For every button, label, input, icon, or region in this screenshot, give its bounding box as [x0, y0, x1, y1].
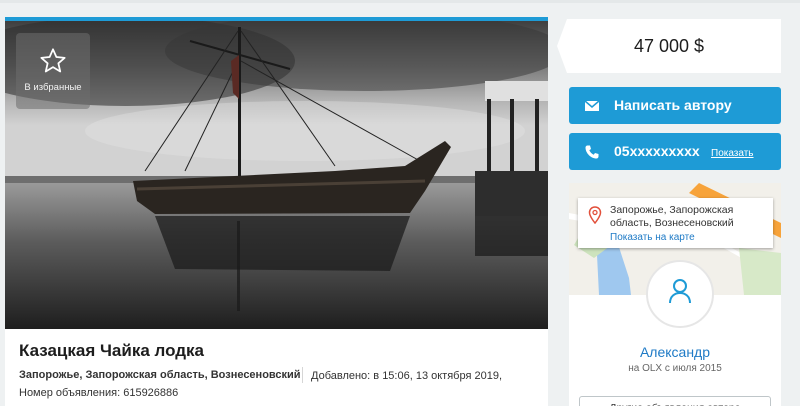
map-pin-icon	[588, 206, 602, 224]
other-ads-button[interactable]: Другие объявления автора	[579, 396, 771, 406]
avatar	[646, 260, 714, 328]
ad-card: В избранные Казацкая Чайка лодка Запорож…	[5, 17, 548, 406]
ad-photo[interactable]: В избранные	[5, 21, 548, 329]
top-strip	[0, 0, 800, 3]
ad-title: Казацкая Чайка лодка	[19, 341, 205, 360]
seller-name[interactable]: Александр	[569, 344, 781, 360]
show-on-map-link[interactable]: Показать на карте	[610, 232, 695, 243]
user-icon	[669, 279, 691, 304]
message-author-label: Написать автору	[614, 97, 732, 113]
show-phone-link[interactable]: Показать	[711, 148, 754, 159]
seller-since: на OLX с июля 2015	[628, 363, 722, 374]
favorite-label: В избранные	[24, 82, 82, 93]
star-icon	[40, 48, 66, 73]
divider	[302, 367, 303, 383]
envelope-icon	[584, 100, 600, 111]
ad-added-date: Добавлено: в 15:06, 13 октября 2019,	[311, 370, 503, 382]
phone-icon	[585, 145, 599, 159]
ad-number: Номер объявления: 615926886	[19, 387, 179, 399]
seller-card: Запорожье, Запорожская область, Вознесен…	[569, 183, 781, 406]
price: 47 000 $	[633, 36, 705, 56]
ad-location[interactable]: Запорожье, Запорожская область, Вознесен…	[19, 369, 301, 381]
favorite-button[interactable]: В избранные	[16, 33, 90, 109]
map-location-box: Запорожье, Запорожская область, Вознесен…	[578, 198, 773, 248]
phone-number: 05xxxxxxxxx	[614, 143, 700, 159]
price-box: 47 000 $	[557, 19, 781, 73]
phone-button[interactable]: 05xxxxxxxxx Показать	[569, 133, 781, 170]
map-address: Запорожье, Запорожская область, Вознесен…	[610, 204, 734, 229]
message-author-button[interactable]: Написать автору	[569, 87, 781, 124]
